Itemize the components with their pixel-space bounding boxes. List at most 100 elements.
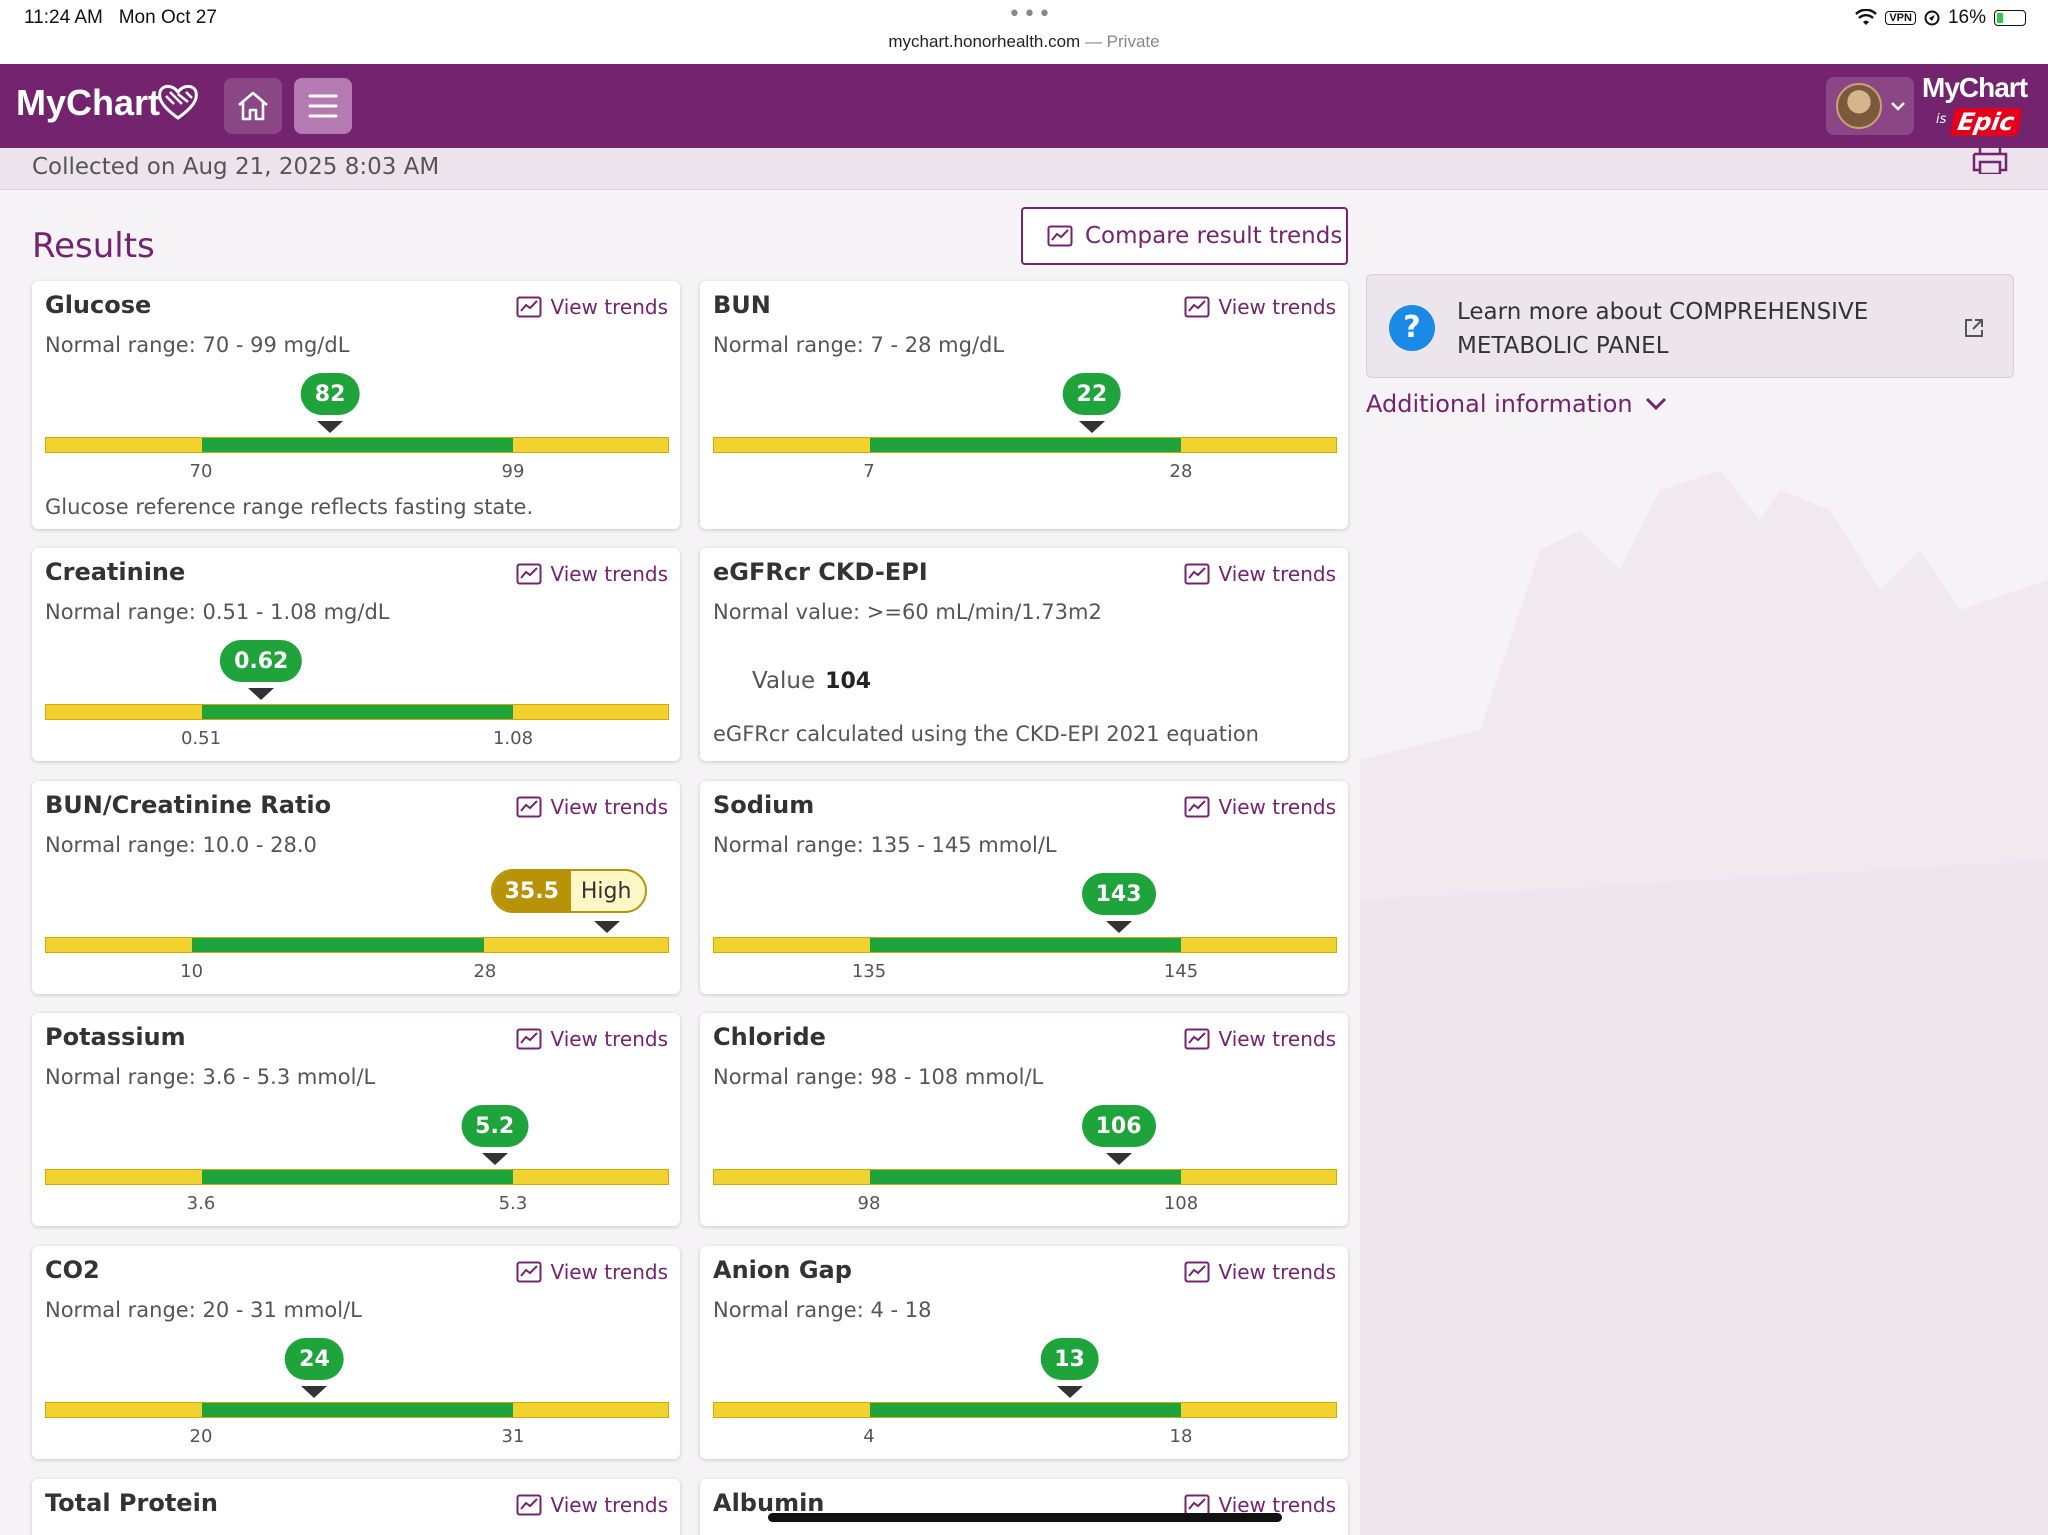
- range-high-tick: 1.08: [492, 728, 534, 749]
- value-marker: [301, 1386, 328, 1398]
- view-trends-label: View trends: [1218, 1027, 1336, 1051]
- view-trends-label: View trends: [1218, 795, 1336, 819]
- result-value-badge: 13: [1040, 1338, 1099, 1380]
- normal-range: Normal value: >=60 mL/min/1.73m2: [713, 600, 1102, 624]
- url-bar[interactable]: mychart.honorhealth.com — Private: [0, 32, 2048, 52]
- view-trends-link[interactable]: View trends: [516, 562, 668, 586]
- additional-information-toggle[interactable]: Additional information: [1366, 390, 1667, 418]
- result-note: eGFRcr calculated using the CKD-EPI 2021…: [713, 722, 1259, 746]
- status-time: 11:24 AM Mon Oct 27: [24, 7, 217, 28]
- range-low-tick: 7: [863, 461, 875, 482]
- view-trends-link[interactable]: View trends: [516, 1027, 668, 1051]
- value-marker: [248, 688, 275, 700]
- normal-range: Normal range: 3.6 - 5.3 mmol/L: [45, 1065, 376, 1089]
- view-trends-link[interactable]: View trends: [1184, 562, 1336, 586]
- range-high-tick: 99: [501, 461, 525, 482]
- view-trends-link[interactable]: View trends: [516, 1493, 668, 1517]
- normal-range: Normal range: 4 - 18: [713, 1298, 932, 1322]
- battery-icon: [1994, 10, 2026, 26]
- compare-result-trends-button[interactable]: Compare result trends: [1021, 207, 1348, 265]
- result-value: 35.5: [492, 871, 571, 911]
- normal-range-band: [201, 438, 513, 452]
- normal-range: Normal range: 7 - 28 mg/dL: [713, 333, 1005, 357]
- background-illustration: [1360, 470, 2048, 1535]
- result-card-sodium: Sodium View trends Normal range: 135 - 145…: [700, 781, 1348, 994]
- account-menu-button[interactable]: [1826, 77, 1914, 135]
- range-low-tick: 98: [857, 1193, 881, 1214]
- view-trends-link[interactable]: View trends: [1184, 295, 1336, 319]
- result-card-potassium: Potassium View trends Normal range: 3.6 - …: [32, 1013, 680, 1226]
- view-trends-label: View trends: [1218, 295, 1336, 319]
- learn-more-link[interactable]: ? Learn more about COMPREHENSIVE METABOL…: [1366, 274, 2014, 378]
- view-trends-link[interactable]: View trends: [1184, 795, 1336, 819]
- trend-chart-icon: [1047, 225, 1073, 247]
- normal-range-band: [201, 705, 513, 719]
- home-button[interactable]: [224, 78, 282, 134]
- result-card-egfrcr-ckd-epi: eGFRcr CKD-EPI View trends Normal value: >…: [700, 548, 1348, 761]
- result-name: Anion Gap: [713, 1256, 852, 1284]
- normal-range-band: [201, 1170, 513, 1184]
- view-trends-label: View trends: [550, 1493, 668, 1517]
- range-high-tick: 28: [473, 961, 497, 982]
- value-marker: [1078, 421, 1105, 433]
- range-bar: [45, 704, 669, 720]
- result-name: Potassium: [45, 1023, 186, 1051]
- range-bar: [45, 437, 669, 453]
- view-trends-label: View trends: [550, 1027, 668, 1051]
- normal-range: Normal range: 70 - 99 mg/dL: [45, 333, 350, 357]
- value-marker: [317, 421, 344, 433]
- range-high-tick: 31: [501, 1426, 525, 1447]
- trend-chart-icon: [1184, 1028, 1210, 1050]
- result-card-total-protein: Total Protein View trends: [32, 1479, 680, 1535]
- chevron-down-icon: [1645, 397, 1666, 411]
- view-trends-label: View trends: [1218, 562, 1336, 586]
- result-name: CO2: [45, 1256, 100, 1284]
- normal-range-band: [869, 938, 1181, 952]
- result-value-badge: 22: [1062, 373, 1122, 415]
- normal-range: Normal range: 135 - 145 mmol/L: [713, 833, 1057, 857]
- view-trends-link[interactable]: View trends: [1184, 1260, 1336, 1284]
- view-trends-label: View trends: [550, 295, 668, 319]
- range-low-tick: 4: [863, 1426, 875, 1447]
- home-indicator[interactable]: [768, 1513, 1282, 1522]
- result-card-anion-gap: Anion Gap View trends Normal range: 4 - 18…: [700, 1246, 1348, 1459]
- result-value-badge: 5.2: [461, 1105, 529, 1147]
- range-bar: [713, 1402, 1337, 1418]
- heart-logo-icon: [158, 84, 198, 120]
- menu-button[interactable]: [294, 78, 352, 134]
- range-bar: [713, 1169, 1337, 1185]
- result-card-glucose: Glucose View trends Normal range: 70 - 99 …: [32, 281, 680, 529]
- collected-bar: Collected on Aug 21, 2025 8:03 AM: [0, 148, 2048, 190]
- value-marker: [1105, 921, 1132, 933]
- result-value-badge: 82: [300, 373, 360, 415]
- normal-range-band: [869, 1403, 1181, 1417]
- view-trends-link[interactable]: View trends: [1184, 1027, 1336, 1051]
- more-dots-icon[interactable]: •••: [1008, 2, 1053, 27]
- compare-label: Compare result trends: [1085, 223, 1343, 249]
- result-value-badge: 0.62: [220, 640, 303, 682]
- value-label: Value: [752, 668, 816, 694]
- normal-range: Normal range: 10.0 - 28.0: [45, 833, 317, 857]
- view-trends-link[interactable]: View trends: [516, 295, 668, 319]
- normal-range-band: [869, 1170, 1181, 1184]
- result-card-chloride: Chloride View trends Normal range: 98 - 10…: [700, 1013, 1348, 1226]
- print-icon[interactable]: [1970, 148, 2010, 174]
- result-value-badge: 143: [1081, 873, 1156, 915]
- battery-percent: 16%: [1947, 7, 1986, 28]
- normal-range: Normal range: 20 - 31 mmol/L: [45, 1298, 362, 1322]
- range-bar: [713, 937, 1337, 953]
- range-low-tick: 0.51: [180, 728, 222, 749]
- trend-chart-icon: [516, 1261, 542, 1283]
- app-header: MyChart MyChart is Epic: [0, 64, 2048, 148]
- view-trends-link[interactable]: View trends: [516, 795, 668, 819]
- status-bar: 11:24 AM Mon Oct 27 ••• mychart.honorhea…: [0, 0, 2048, 64]
- avatar: [1836, 83, 1882, 129]
- collected-date: Collected on Aug 21, 2025 8:03 AM: [32, 154, 440, 180]
- view-trends-link[interactable]: View trends: [516, 1260, 668, 1284]
- result-card-bun-creatinine-ratio: BUN/Creatinine Ratio View trends Normal ra…: [32, 781, 680, 994]
- range-high-tick: 18: [1169, 1426, 1193, 1447]
- mychart-logo[interactable]: MyChart: [16, 82, 160, 124]
- result-card-bun: BUN View trends Normal range: 7 - 28 mg/dL…: [700, 281, 1348, 529]
- range-high-tick: 5.3: [498, 1193, 528, 1214]
- result-name: Sodium: [713, 791, 815, 819]
